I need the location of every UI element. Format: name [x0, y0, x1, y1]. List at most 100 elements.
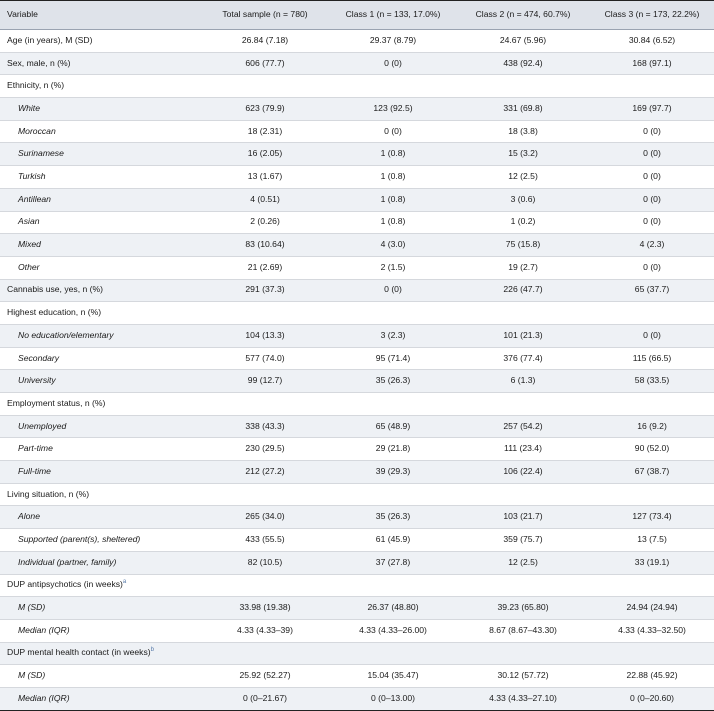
row-label-text: Employment status, n (%) — [7, 397, 106, 408]
table-cell: 291 (37.3) — [200, 279, 330, 303]
row-label-text: Median (IQR) — [18, 692, 70, 703]
table-cell — [590, 301, 714, 325]
table-cell: 0 (0) — [330, 52, 456, 76]
table-cell: 95 (71.4) — [330, 347, 456, 371]
table-row: Surinamese 16 (2.05) 1 (0.8) 15 (3.2) 0 (0) — [0, 142, 714, 167]
table-cell: 1 (0.8) — [330, 211, 456, 235]
table-cell: 16 (2.05) — [200, 142, 330, 167]
table-row: Part-time 230 (29.5) 29 (21.8) 111 (23.4) 90… — [0, 437, 714, 462]
table-cell: 0 (0–20.60) — [590, 687, 714, 711]
table-cell — [330, 574, 456, 598]
table-row: Supported (parent(s), sheltered) 433 (55.… — [0, 528, 714, 552]
table-cell: 18 (3.8) — [456, 120, 590, 144]
row-label: White — [0, 97, 200, 121]
table-cell: 169 (97.7) — [590, 97, 714, 121]
table-row: Individual (partner, family) 82 (10.5) 37 … — [0, 551, 714, 575]
table-cell: 29.37 (8.79) — [330, 29, 456, 53]
table-cell: 265 (34.0) — [200, 505, 330, 530]
table-cell: 4.33 (4.33–27.10) — [456, 687, 590, 711]
table-cell: 39 (29.3) — [330, 460, 456, 484]
table-cell: 1 (0.8) — [330, 165, 456, 189]
table-row: Full-time 212 (27.2) 39 (29.3) 106 (22.4) 67… — [0, 460, 714, 484]
table-row: M (SD) 33.98 (19.38) 26.37 (48.80) 39.23 (6… — [0, 596, 714, 620]
table-cell: 115 (66.5) — [590, 347, 714, 371]
table-cell: 24.94 (24.94) — [590, 596, 714, 620]
row-label-text: Other — [18, 261, 40, 272]
row-label: Moroccan — [0, 120, 200, 144]
table-cell: 376 (77.4) — [456, 347, 590, 371]
table-cell — [330, 301, 456, 325]
table-cell: 0 (0–21.67) — [200, 687, 330, 711]
table-cell: 58 (33.5) — [590, 369, 714, 393]
table-row: Moroccan 18 (2.31) 0 (0) 18 (3.8) 0 (0) — [0, 120, 714, 144]
table-cell: 3 (2.3) — [330, 324, 456, 348]
row-label-text: M (SD) — [18, 670, 46, 681]
table-cell: 438 (92.4) — [456, 52, 590, 76]
table-cell: 103 (21.7) — [456, 505, 590, 530]
table-cell: 30.12 (57.72) — [456, 664, 590, 688]
table-cell — [456, 392, 590, 416]
row-label: Full-time — [0, 460, 200, 484]
row-label: Mixed — [0, 233, 200, 257]
table-cell: 606 (77.7) — [200, 52, 330, 76]
table-cell: 0 (0) — [590, 120, 714, 144]
table-cell: 26.84 (7.18) — [200, 29, 330, 53]
table-cell: 4 (2.3) — [590, 233, 714, 257]
row-label-text: M (SD) — [18, 602, 46, 613]
table-cell: 30.84 (6.52) — [590, 29, 714, 53]
table-cell: 0 (0) — [590, 256, 714, 280]
row-label: Part-time — [0, 437, 200, 462]
table-cell: 33 (19.1) — [590, 551, 714, 575]
row-label: M (SD) — [0, 664, 200, 688]
row-label-text: Secondary — [18, 352, 60, 363]
row-label: DUP antipsychotics (in weeks)a — [0, 574, 200, 598]
footnote-marker: b — [150, 647, 154, 654]
column-header: Class 2 (n = 474, 60.7%) — [456, 0, 590, 30]
row-label: Supported (parent(s), sheltered) — [0, 528, 200, 552]
table-cell: 13 (1.67) — [200, 165, 330, 189]
table-cell: 12 (2.5) — [456, 165, 590, 189]
row-label: Asian — [0, 211, 200, 235]
table-cell — [330, 74, 456, 99]
table-cell: 19 (2.7) — [456, 256, 590, 280]
row-label-text: Alone — [18, 511, 40, 522]
table-cell: 1 (0.8) — [330, 188, 456, 212]
table-cell: 257 (54.2) — [456, 415, 590, 439]
table-cell: 127 (73.4) — [590, 505, 714, 530]
row-label-text: Unemployed — [18, 420, 67, 431]
table-cell — [200, 483, 330, 507]
table-cell: 25.92 (52.27) — [200, 664, 330, 688]
row-label: Employment status, n (%) — [0, 392, 200, 416]
row-label: Sex, male, n (%) — [0, 52, 200, 76]
table-cell — [590, 74, 714, 99]
row-label: Secondary — [0, 347, 200, 371]
table-cell: 8.67 (8.67–43.30) — [456, 619, 590, 643]
table-row: White 623 (79.9) 123 (92.5) 331 (69.8) 169 (… — [0, 97, 714, 121]
row-label-text: DUP mental health contact (in weeks) — [7, 647, 151, 658]
table-cell: 331 (69.8) — [456, 97, 590, 121]
table-row: DUP antipsychotics (in weeks)a — [0, 574, 714, 598]
table-cell: 2 (1.5) — [330, 256, 456, 280]
table-row: Unemployed 338 (43.3) 65 (48.9) 257 (54.2) 1… — [0, 415, 714, 439]
table-cell: 359 (75.7) — [456, 528, 590, 552]
table-cell: 37 (27.8) — [330, 551, 456, 575]
table-cell: 61 (45.9) — [330, 528, 456, 552]
column-header: Class 1 (n = 133, 17.0%) — [330, 0, 456, 30]
table-cell: 577 (74.0) — [200, 347, 330, 371]
table-cell: 0 (0) — [590, 165, 714, 189]
row-label: Age (in years), M (SD) — [0, 29, 200, 53]
row-label-text: Age (in years), M (SD) — [7, 34, 93, 45]
table-row: Secondary 577 (74.0) 95 (71.4) 376 (77.4) 11… — [0, 347, 714, 371]
table-cell: 0 (0) — [590, 142, 714, 167]
row-label-text: Supported (parent(s), sheltered) — [18, 534, 141, 545]
table-cell: 6 (1.3) — [456, 369, 590, 393]
row-label: DUP mental health contact (in weeks)b — [0, 642, 200, 666]
table-row: Ethnicity, n (%) — [0, 74, 714, 99]
row-label: Ethnicity, n (%) — [0, 74, 200, 99]
table-cell: 83 (10.64) — [200, 233, 330, 257]
table-cell: 0 (0) — [330, 279, 456, 303]
row-label-text: Living situation, n (%) — [7, 488, 90, 499]
row-label-text: Asian — [18, 216, 40, 227]
table-cell — [330, 392, 456, 416]
table-cell: 65 (37.7) — [590, 279, 714, 303]
